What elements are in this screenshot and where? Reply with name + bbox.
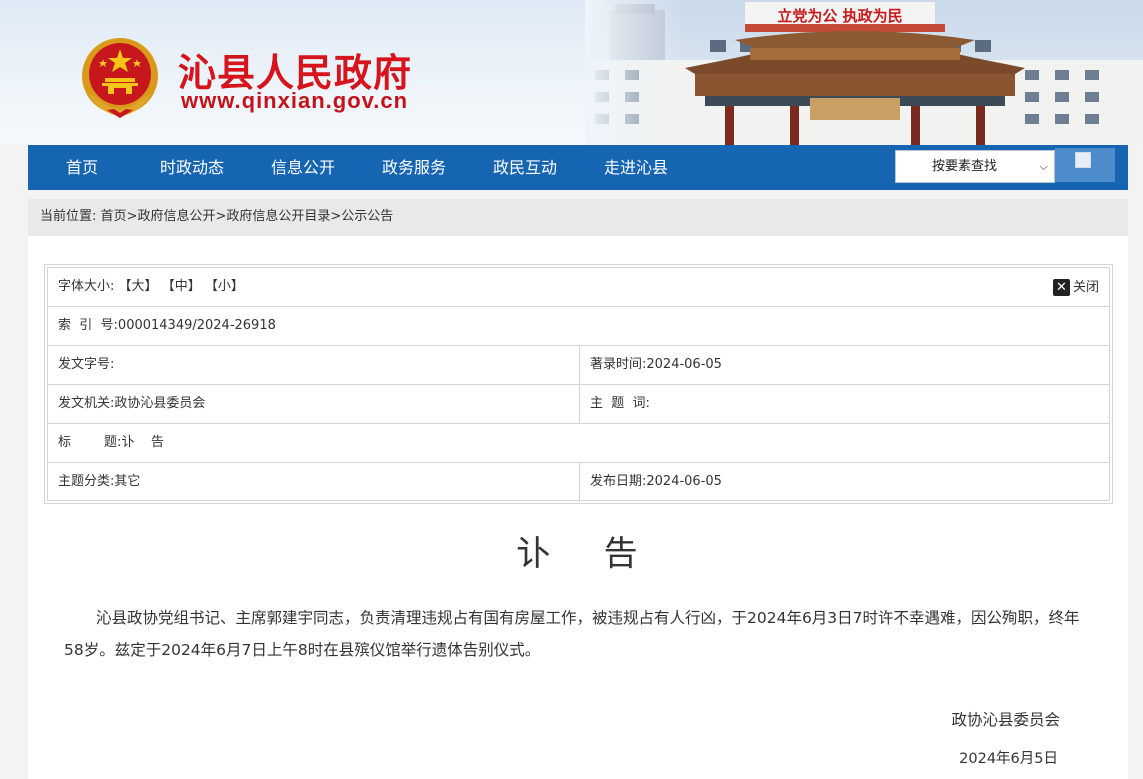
title-label: 标 题: <box>58 435 122 450</box>
search-type-select[interactable]: 按要素查找 ⌵ <box>895 150 1055 183</box>
document-info-table: 字体大小: 【大】 【中】 【小】 ✕ 关闭 索 引 号:000014349/20… <box>44 264 1113 504</box>
nav-item-services[interactable]: 政务服务 <box>382 145 446 190</box>
nav-item-info-disclosure[interactable]: 信息公开 <box>271 145 335 190</box>
nav-item-news[interactable]: 时政动态 <box>160 145 224 190</box>
issuer-row: 发文机关:政协沁县委员会 主 题 词: <box>48 385 1109 424</box>
search-type-select-value: 按要素查找 <box>932 159 998 174</box>
issuer-label: 发文机关: <box>58 396 115 411</box>
breadcrumb-item-catalog[interactable]: 政府信息公开目录 <box>226 209 330 224</box>
breadcrumb-separator: > <box>330 209 342 224</box>
breadcrumb-prefix: 当前位置: <box>40 209 97 224</box>
publish-date-value: 2024-06-05 <box>646 474 722 489</box>
government-building-banner: 立党为公 执政为民 <box>585 0 1143 145</box>
category-label: 主题分类: <box>58 474 115 489</box>
document-body: 沁县政协党组书记、主席郭建宇同志，负责清理违规占有国有房屋工作，被违规占有人行凶… <box>64 609 1080 659</box>
font-size-medium-link[interactable]: 【中】 <box>162 279 201 294</box>
record-time-value: 2024-06-05 <box>646 357 722 372</box>
publish-date-label: 发布日期: <box>590 474 647 489</box>
site-header: 沁县人民政府 www.qinxian.gov.cn 立党为公 执政为民 <box>0 0 1143 145</box>
nav-item-interaction[interactable]: 政民互动 <box>493 145 557 190</box>
category-value: 其它 <box>114 474 141 489</box>
main-nav: 首页 时政动态 信息公开 政务服务 政民互动 走进沁县 按要素查找 ⌵ <box>28 145 1128 190</box>
document-signature: 政协沁县委员会 <box>951 711 1060 729</box>
record-time-label: 著录时间: <box>590 357 647 372</box>
doc-no-row: 发文字号: 著录时间:2024-06-05 <box>48 346 1109 385</box>
document-date: 2024年6月5日 <box>959 751 1058 767</box>
breadcrumb-separator: > <box>215 209 227 224</box>
title-value: 讣 告 <box>121 435 164 450</box>
nav-item-home[interactable]: 首页 <box>66 145 98 190</box>
chevron-down-icon: ⌵ <box>1039 160 1048 173</box>
close-button[interactable]: ✕ 关闭 <box>1052 279 1099 297</box>
main-content: 字体大小: 【大】 【中】 【小】 ✕ 关闭 索 引 号:000014349/20… <box>28 236 1128 779</box>
font-size-large-link[interactable]: 【大】 <box>119 279 158 294</box>
banner-sign-text: 立党为公 执政为民 <box>777 7 902 25</box>
category-row: 主题分类:其它 发布日期:2024-06-05 <box>48 463 1109 502</box>
nav-item-about[interactable]: 走进沁县 <box>604 145 668 190</box>
search-button[interactable] <box>1055 148 1115 182</box>
font-size-row: 字体大小: 【大】 【中】 【小】 ✕ 关闭 <box>48 268 1109 307</box>
index-label: 索 引 号: <box>58 318 118 333</box>
document-title: 讣 告 <box>516 534 640 574</box>
close-icon: ✕ <box>1052 279 1070 296</box>
doc-no-label: 发文字号: <box>58 357 115 372</box>
issuer-value: 政协沁县委员会 <box>114 396 206 411</box>
site-domain: www.qinxian.gov.cn <box>181 88 409 113</box>
index-row: 索 引 号:000014349/2024-26918 <box>48 307 1109 346</box>
breadcrumb-item-home[interactable]: 首页 <box>101 209 127 224</box>
index-value: 000014349/2024-26918 <box>117 318 276 333</box>
breadcrumb: 当前位置: 首页>政府信息公开>政府信息公开目录>公示公告 <box>28 199 1128 236</box>
breadcrumb-separator: > <box>126 209 138 224</box>
close-label: 关闭 <box>1072 280 1099 295</box>
breadcrumb-item-announcements[interactable]: 公示公告 <box>341 209 393 224</box>
broken-image-icon <box>1075 152 1091 168</box>
subject-label: 主 题 词: <box>590 396 650 411</box>
font-size-small-link[interactable]: 【小】 <box>205 279 244 294</box>
font-size-label: 字体大小: <box>58 279 115 294</box>
title-row: 标 题:讣 告 <box>48 424 1109 463</box>
breadcrumb-item-info-disclosure[interactable]: 政府信息公开 <box>137 209 215 224</box>
national-emblem-icon <box>82 38 158 118</box>
